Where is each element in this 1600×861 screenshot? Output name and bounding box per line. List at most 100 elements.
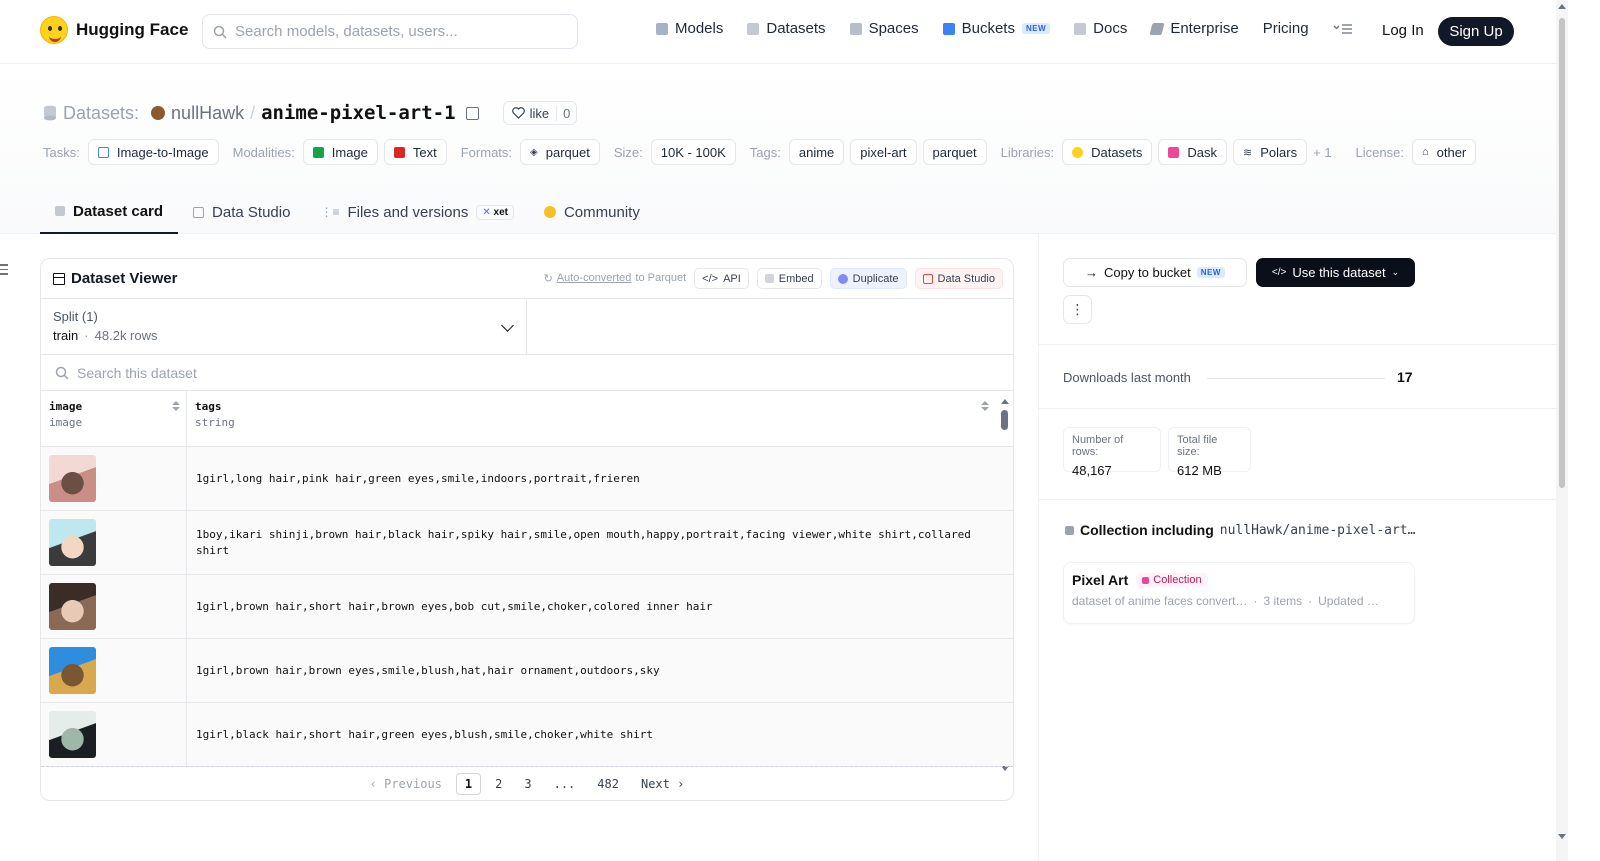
- collection-card[interactable]: Pixel Art Collection dataset of anime fa…: [1063, 562, 1415, 624]
- more-options-button[interactable]: ⋮: [1063, 295, 1092, 324]
- repo-name-link[interactable]: anime-pixel-art-1: [261, 102, 455, 124]
- column-type: string: [195, 416, 235, 429]
- thumbnail-image[interactable]: [49, 647, 96, 694]
- tab-data-studio[interactable]: Data Studio: [178, 190, 305, 234]
- data-studio-button[interactable]: Data Studio: [914, 268, 1003, 289]
- nav-docs[interactable]: Docs: [1074, 20, 1127, 37]
- column-header-tags[interactable]: tags string: [187, 391, 999, 446]
- libraries-group: Libraries: Datasets Dask ≋ Polars + 1: [1001, 139, 1342, 165]
- tab-community[interactable]: Community: [529, 190, 655, 234]
- next-page-button[interactable]: Next ›: [633, 774, 692, 794]
- nav-buckets-label: Buckets: [961, 20, 1015, 37]
- table-row[interactable]: 1girl,black hair,short hair,green eyes,b…: [41, 703, 1013, 767]
- global-search-input[interactable]: [235, 23, 555, 40]
- page-482[interactable]: 482: [589, 774, 627, 794]
- split-label: Split (1): [53, 309, 98, 324]
- nav-more-menu[interactable]: [1333, 23, 1353, 35]
- nav-spaces[interactable]: Spaces: [849, 20, 919, 37]
- thumbnail-image[interactable]: [49, 455, 96, 502]
- signup-button[interactable]: Sign Up: [1438, 17, 1514, 46]
- table-row[interactable]: 1girl,brown hair,brown eyes,smile,blush,…: [41, 639, 1013, 703]
- nav-docs-label: Docs: [1093, 20, 1128, 37]
- sort-icon[interactable]: [981, 401, 989, 411]
- repo-path-separator: /: [250, 102, 256, 123]
- table-row[interactable]: 1boy,ikari shinji,brown hair,black hair,…: [41, 511, 1013, 575]
- repo-title: Datasets: nullHawk / anime-pixel-art-1 l…: [43, 101, 578, 125]
- image-cell[interactable]: [41, 639, 187, 702]
- tags-cell[interactable]: 1girl,brown hair,brown eyes,smile,blush,…: [187, 639, 999, 702]
- image-cell[interactable]: [41, 575, 187, 638]
- auto-converted-link[interactable]: Auto-converted: [557, 272, 632, 285]
- data-studio-grid-icon: [922, 273, 933, 284]
- api-button[interactable]: </> API: [694, 268, 749, 289]
- image-cell[interactable]: [41, 447, 187, 510]
- sidebar-toggle[interactable]: [0, 264, 10, 278]
- dataset-search[interactable]: [41, 355, 1013, 391]
- thumbnail-image[interactable]: [49, 711, 96, 758]
- owner-avatar: [151, 106, 166, 120]
- tag-image-modality[interactable]: Image: [302, 139, 378, 165]
- tag-size[interactable]: 10K - 100K: [650, 139, 736, 165]
- image-to-image-icon: [97, 146, 109, 158]
- tag-pixel-art[interactable]: pixel-art: [850, 139, 917, 165]
- library-datasets[interactable]: Datasets: [1062, 139, 1153, 165]
- top-navigation: Hugging Face Models Datasets Spaces Buck…: [0, 0, 1556, 64]
- copy-icon[interactable]: [465, 106, 479, 120]
- page-3[interactable]: 3: [516, 774, 539, 794]
- tags-cell[interactable]: 1girl,black hair,short hair,green eyes,b…: [187, 703, 999, 766]
- nav-datasets[interactable]: Datasets: [747, 20, 826, 37]
- nav-enterprise[interactable]: Enterprise: [1149, 20, 1239, 37]
- table-row[interactable]: 1girl,long hair,pink hair,green eyes,smi…: [41, 447, 1013, 511]
- tab-files-and-versions[interactable]: ⋮≡ Files and versions ✕ xet: [305, 190, 529, 234]
- login-link[interactable]: Log In: [1382, 22, 1424, 39]
- use-this-dataset-button[interactable]: </> Use this dataset ⌄: [1256, 258, 1415, 287]
- tag-text-modality[interactable]: Text: [383, 139, 447, 165]
- tags-cell[interactable]: 1girl,brown hair,short hair,brown eyes,b…: [187, 575, 999, 638]
- column-header-image[interactable]: image image: [41, 391, 187, 446]
- tag-parquet[interactable]: parquet: [922, 139, 987, 165]
- sort-icon[interactable]: [172, 401, 180, 411]
- image-cell[interactable]: [41, 511, 187, 574]
- tags-cell[interactable]: 1girl,long hair,pink hair,green eyes,smi…: [187, 447, 999, 510]
- tab-dataset-card[interactable]: Dataset card: [40, 190, 179, 234]
- datasets-icon: [747, 22, 760, 35]
- page-2[interactable]: 2: [487, 774, 510, 794]
- tag-license[interactable]: ⌂ other: [1411, 139, 1477, 165]
- tags-cell[interactable]: 1boy,ikari shinji,brown hair,black hair,…: [187, 511, 999, 574]
- repo-owner-link[interactable]: nullHawk: [171, 103, 244, 124]
- library-polars[interactable]: ≋ Polars: [1233, 139, 1308, 165]
- global-search[interactable]: [202, 14, 578, 49]
- nav-models[interactable]: Models: [656, 20, 723, 37]
- copy-to-bucket-button[interactable]: → Copy to bucket NEW: [1063, 258, 1247, 287]
- collection-name-row: Pixel Art Collection: [1072, 572, 1406, 588]
- tag-anime[interactable]: anime: [788, 139, 845, 165]
- more-libraries-link[interactable]: + 1: [1313, 145, 1331, 160]
- brand-logo[interactable]: Hugging Face: [40, 16, 188, 44]
- tag-image-to-image[interactable]: Image-to-Image: [87, 139, 219, 165]
- split-value: train · 48.2k rows: [53, 328, 158, 343]
- duplicate-button[interactable]: Duplicate: [829, 268, 907, 289]
- page-1[interactable]: 1: [455, 772, 482, 795]
- tags-group: Tags: anime pixel-art parquet: [750, 139, 987, 165]
- search-icon: [55, 366, 69, 380]
- tag-parquet-format[interactable]: ◈ parquet: [520, 139, 600, 165]
- image-modality-icon: [312, 146, 324, 158]
- page-scrollbar[interactable]: [1556, 0, 1568, 861]
- models-icon: [656, 22, 668, 35]
- image-cell[interactable]: [41, 703, 187, 766]
- embed-button[interactable]: Embed: [756, 268, 822, 289]
- viewer-title: Dataset Viewer: [53, 270, 177, 287]
- thumbnail-image[interactable]: [49, 519, 96, 566]
- nav-buckets[interactable]: Buckets NEW: [942, 20, 1051, 37]
- table-row[interactable]: 1girl,brown hair,short hair,brown eyes,b…: [41, 575, 1013, 639]
- split-select[interactable]: Split (1) train · 48.2k rows: [41, 299, 527, 354]
- dataset-search-input[interactable]: [77, 364, 677, 381]
- table-scrollbar[interactable]: [1000, 399, 1009, 771]
- previous-page-button[interactable]: ‹ Previous: [362, 774, 450, 794]
- collection-heading: Collection including nullHawk/anime-pixe…: [1065, 522, 1415, 538]
- thumbnail-image[interactable]: [49, 583, 96, 630]
- like-button[interactable]: like 0: [502, 101, 578, 125]
- data-studio-label: Data Studio: [937, 272, 995, 285]
- nav-pricing[interactable]: Pricing: [1263, 20, 1309, 37]
- library-dask[interactable]: Dask: [1158, 139, 1228, 165]
